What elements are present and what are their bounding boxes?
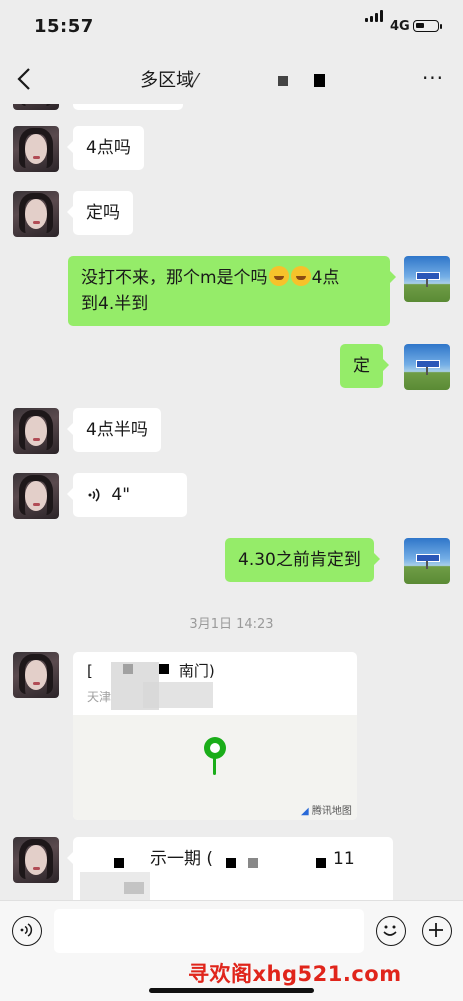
message-bubble[interactable]: 定吗	[67, 191, 133, 235]
chat-title: 多区域⁄	[140, 70, 203, 91]
avatar[interactable]	[13, 191, 59, 237]
my-avatar[interactable]	[404, 344, 450, 390]
avatar[interactable]	[13, 652, 59, 698]
voice-input-icon[interactable]	[12, 916, 42, 946]
avatar[interactable]	[13, 837, 59, 883]
message-bubble[interactable]: 4点吗	[67, 126, 144, 170]
message-bubble[interactable]: 4点半吗	[67, 408, 161, 452]
emoji-icon[interactable]	[376, 916, 406, 946]
laugh-emoji-icon	[290, 266, 311, 286]
location-pin-icon	[204, 737, 226, 759]
message-text: 4.30之前肯定到	[238, 550, 361, 570]
status-bar: 15:57 4G	[0, 0, 463, 52]
message-text: 到4.半到	[81, 294, 149, 314]
message-text: 示一期 (	[150, 849, 214, 869]
message-text: 没打不来，那个m是个吗	[81, 268, 268, 288]
location-address: 天津	[87, 690, 112, 704]
message-text: 定吗	[86, 203, 120, 223]
my-avatar[interactable]	[404, 256, 450, 302]
message-text: 定	[353, 356, 370, 376]
voice-message-bubble[interactable]: 4"	[67, 473, 187, 517]
my-avatar[interactable]	[404, 538, 450, 584]
message-text: 4点半吗	[86, 420, 148, 440]
redacted-block	[278, 76, 288, 86]
laugh-emoji-icon	[268, 266, 289, 286]
network-label: 4G	[390, 19, 410, 34]
redacted-block	[314, 74, 325, 87]
chat-header: 多区域⁄ ···	[0, 52, 463, 104]
home-indicator	[149, 988, 314, 993]
voice-duration: 4"	[111, 485, 131, 505]
watermark: 寻欢阁xhg521.com	[188, 962, 402, 986]
more-options-icon[interactable]: ···	[418, 66, 448, 90]
message-bubble[interactable]: 4.30之前肯定到	[225, 538, 380, 582]
voice-wave-icon	[88, 488, 100, 502]
message-bubble[interactable]: 定	[340, 344, 389, 388]
message-bubble[interactable]	[73, 104, 183, 110]
message-timestamp: 3月1日 14:23	[189, 617, 274, 632]
message-list[interactable]: 4点吗 定吗 没打不来，那个m是个吗 4点 到4.半到 定 4点半吗 4" 4.…	[0, 104, 463, 900]
avatar[interactable]	[13, 473, 59, 519]
message-input[interactable]	[54, 909, 364, 953]
map-credit: ◢ 腾讯地图	[301, 806, 352, 817]
avatar[interactable]	[13, 408, 59, 454]
location-card[interactable]: [南门) 天津 ◢ 腾讯地图	[73, 652, 357, 820]
clock: 15:57	[34, 16, 94, 37]
battery-icon	[413, 20, 439, 32]
message-text: 4点吗	[86, 138, 131, 158]
avatar[interactable]	[13, 104, 59, 110]
message-bubble[interactable]: 没打不来，那个m是个吗 4点 到4.半到	[68, 256, 396, 326]
add-icon[interactable]	[422, 916, 452, 946]
avatar[interactable]	[13, 126, 59, 172]
message-text: 4点	[311, 268, 340, 288]
